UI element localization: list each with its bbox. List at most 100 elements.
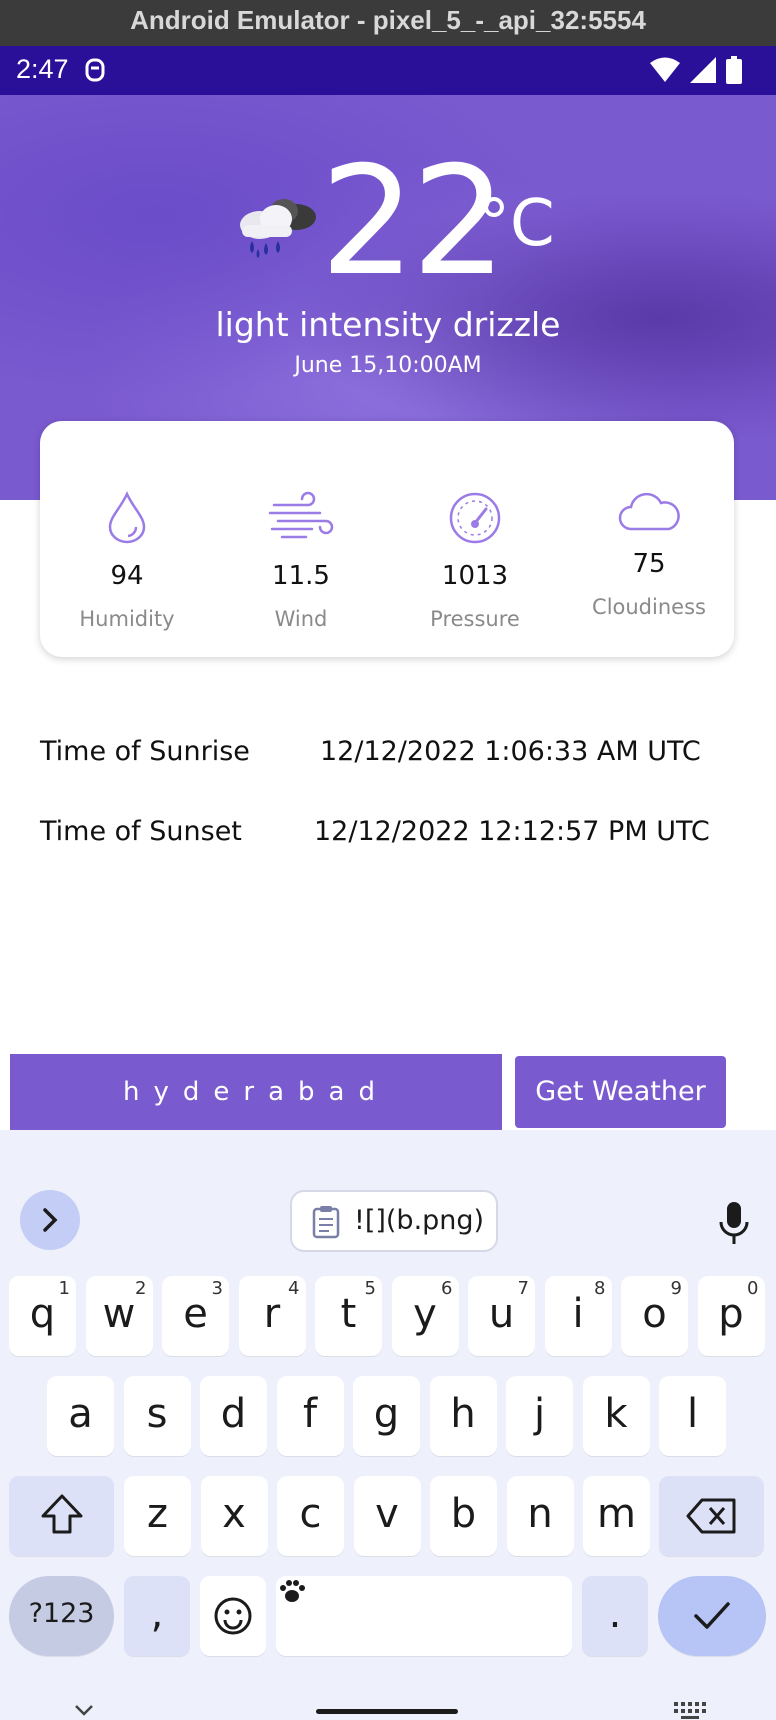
key-label: m <box>597 1491 636 1537</box>
key-label: d <box>220 1391 247 1437</box>
stat-wind: 11.5 Wind <box>214 491 388 631</box>
backspace-key[interactable] <box>659 1476 764 1556</box>
symbols-key-label: ?123 <box>28 1598 95 1629</box>
phone-screen: 2:47 22 °C light intensity drizzle June … <box>0 46 776 1720</box>
sunrise-value: 12/12/2022 1:06:33 AM UTC <box>320 736 701 767</box>
key-label: f <box>302 1391 318 1437</box>
clipboard-icon <box>312 1206 340 1239</box>
key-label: x <box>222 1491 246 1537</box>
key-t[interactable]: t5 <box>315 1276 382 1356</box>
stat-label: Humidity <box>79 607 175 631</box>
weather-datetime: June 15,10:00AM <box>294 353 482 378</box>
keyboard-expand-button[interactable] <box>20 1190 80 1250</box>
weather-stats-card: 94 Humidity 11.5 Wind 1013 Pressure 75 C… <box>40 421 734 657</box>
sunrise-row: Time of Sunrise 12/12/2022 1:06:33 AM UT… <box>40 736 740 816</box>
key-c[interactable]: c <box>277 1476 344 1556</box>
wind-icon <box>268 491 334 539</box>
key-hint: 4 <box>288 1278 300 1299</box>
key-hint: 6 <box>441 1278 453 1299</box>
key-label: p <box>718 1291 744 1337</box>
key-f[interactable]: f <box>276 1376 344 1456</box>
hide-keyboard-icon[interactable] <box>70 1702 98 1720</box>
key-hint: 1 <box>58 1278 70 1299</box>
key-z[interactable]: z <box>124 1476 191 1556</box>
key-label: n <box>527 1491 553 1537</box>
key-y[interactable]: y6 <box>391 1276 459 1356</box>
period-key[interactable]: . <box>582 1576 648 1656</box>
key-label: g <box>373 1391 400 1437</box>
key-n[interactable]: n <box>506 1476 574 1556</box>
key-m[interactable]: m <box>583 1476 650 1556</box>
keyboard-switch-icon[interactable] <box>672 1700 708 1720</box>
key-j[interactable]: j <box>506 1376 573 1456</box>
gesture-navigation-bar[interactable] <box>316 1709 458 1714</box>
key-w[interactable]: w2 <box>85 1276 153 1356</box>
stat-humidity: 94 Humidity <box>40 491 214 631</box>
key-hint: 5 <box>364 1278 376 1299</box>
key-label: o <box>642 1291 667 1337</box>
clipboard-suggestion[interactable]: ![](b.png) <box>290 1190 498 1252</box>
key-q[interactable]: q1 <box>9 1276 76 1356</box>
key-l[interactable]: l <box>659 1376 726 1456</box>
key-d[interactable]: d <box>200 1376 267 1456</box>
key-hint: 3 <box>211 1278 223 1299</box>
stat-pressure: 1013 Pressure <box>388 491 562 631</box>
key-a[interactable]: a <box>47 1376 114 1456</box>
shift-key[interactable] <box>9 1476 114 1556</box>
key-label: u <box>488 1291 515 1337</box>
enter-key[interactable] <box>658 1576 766 1656</box>
key-label: k <box>604 1391 628 1437</box>
stat-cloudiness: 75 Cloudiness <box>562 491 736 619</box>
emoji-key[interactable] <box>200 1576 266 1656</box>
stat-value: 94 <box>110 561 144 591</box>
emoji-icon <box>214 1597 252 1635</box>
key-label: a <box>68 1391 93 1437</box>
rain-cloud-icon <box>240 199 316 258</box>
key-label: r <box>263 1291 281 1337</box>
key-label: b <box>450 1491 477 1537</box>
key-v[interactable]: v <box>353 1476 421 1556</box>
period-key-label: . <box>608 1591 622 1637</box>
key-label: w <box>102 1291 136 1337</box>
battery-icon <box>726 56 742 84</box>
wifi-icon <box>650 57 680 82</box>
key-p[interactable]: p0 <box>697 1276 765 1356</box>
key-e[interactable]: e3 <box>162 1276 229 1356</box>
get-weather-button[interactable]: Get Weather <box>515 1056 726 1128</box>
key-o[interactable]: o9 <box>621 1276 688 1356</box>
key-label: y <box>413 1291 437 1337</box>
key-u[interactable]: u7 <box>468 1276 535 1356</box>
shift-icon <box>41 1494 82 1534</box>
symbols-key[interactable]: ?123 <box>9 1576 114 1656</box>
key-g[interactable]: g <box>353 1376 420 1456</box>
stat-label: Pressure <box>430 607 520 631</box>
key-b[interactable]: b <box>430 1476 497 1556</box>
status-time: 2:47 <box>16 54 69 84</box>
sun-times: Time of Sunrise 12/12/2022 1:06:33 AM UT… <box>40 736 740 896</box>
emulator-title-bar: Android Emulator - pixel_5_-_api_32:5554 <box>0 0 776 46</box>
key-label: z <box>147 1491 168 1537</box>
microphone-icon[interactable] <box>716 1200 752 1248</box>
city-input[interactable]: hyderabad <box>10 1054 502 1134</box>
key-hint: 7 <box>517 1278 529 1299</box>
stat-value: 11.5 <box>272 561 330 591</box>
sunset-row: Time of Sunset 12/12/2022 12:12:57 PM UT… <box>40 816 740 896</box>
key-k[interactable]: k <box>582 1376 650 1456</box>
comma-key[interactable]: , <box>124 1576 190 1656</box>
stat-value: 1013 <box>441 561 509 591</box>
status-bar: 2:47 <box>0 46 776 95</box>
space-key[interactable] <box>276 1576 572 1656</box>
comma-key-label: , <box>150 1591 164 1637</box>
key-label: t <box>340 1291 357 1337</box>
backspace-icon <box>686 1498 735 1534</box>
key-hint: 2 <box>135 1278 147 1299</box>
gauge-icon <box>449 492 501 544</box>
key-h[interactable]: h <box>429 1376 497 1456</box>
weather-description: light intensity drizzle <box>215 305 561 344</box>
key-x[interactable]: x <box>200 1476 268 1556</box>
key-label: e <box>183 1291 208 1337</box>
key-r[interactable]: r4 <box>238 1276 306 1356</box>
stat-label: Wind <box>274 607 328 631</box>
key-i[interactable]: i8 <box>544 1276 612 1356</box>
key-s[interactable]: s <box>123 1376 191 1456</box>
